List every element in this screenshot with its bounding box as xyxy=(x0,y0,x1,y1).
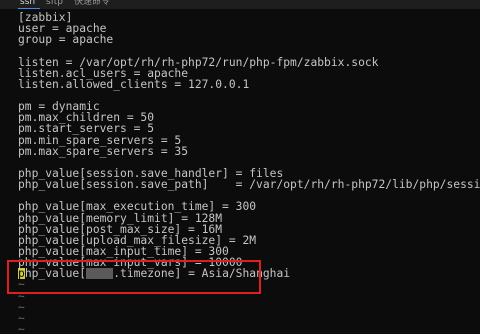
empty-buffer-line: ~ xyxy=(18,311,25,325)
terminal-window: ssh sftp 快速命令 [zabbix] user = apache gro… xyxy=(0,0,480,334)
terminal-line: php_value[session.save_path] = /var/opt/… xyxy=(18,178,480,192)
terminal-line: pm.start_servers = 5 xyxy=(18,122,155,136)
session-tab-bar: ssh sftp 快速命令 xyxy=(0,0,480,9)
terminal-line: php_value[memory_limit] = 128M xyxy=(18,211,223,225)
annotation-highlight-box xyxy=(7,260,261,294)
active-tab-indicator xyxy=(18,8,40,9)
empty-buffer-line: ~ xyxy=(18,322,25,334)
tab-ssh[interactable]: ssh xyxy=(20,0,35,8)
terminal-line: listen.allowed_clients = 127.0.0.1 xyxy=(18,77,250,91)
tab-quick-commands[interactable]: 快速命令 xyxy=(74,0,110,8)
empty-buffer-line: ~ xyxy=(18,300,25,314)
terminal-line: group = apache xyxy=(18,33,114,47)
terminal-line: pm.max_spare_servers = 35 xyxy=(18,144,189,158)
tab-sftp[interactable]: sftp xyxy=(46,0,63,8)
terminal-line: php_value[max_execution_time] = 300 xyxy=(18,200,257,214)
